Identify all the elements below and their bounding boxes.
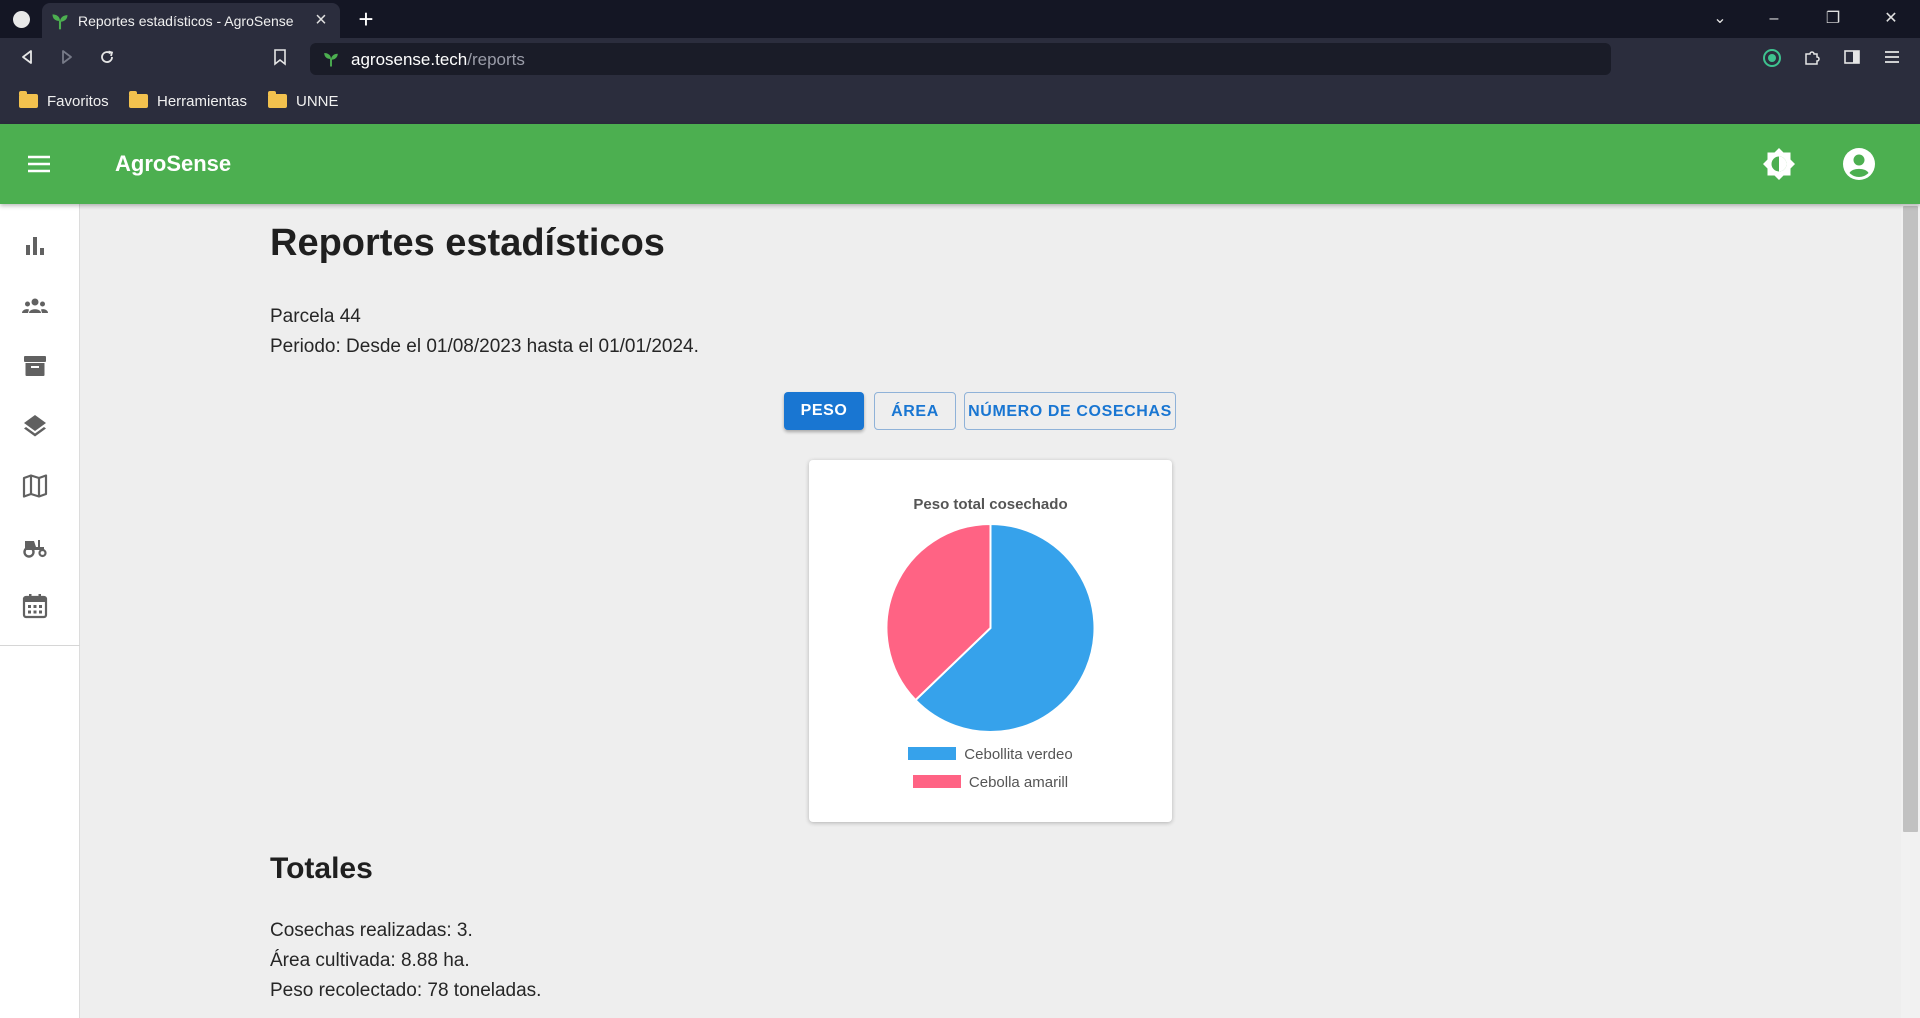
legend-swatch [912,775,961,788]
total-peso: Peso recolectado: 78 toneladas. [270,980,542,1001]
calendar-icon[interactable] [20,591,50,621]
bookmarks-bar: Favoritos Herramientas UNNE [0,80,1920,124]
scrollbar-thumb[interactable] [1903,206,1918,832]
folder-icon [129,91,148,108]
extension-record-icon[interactable] [1761,48,1783,70]
new-tab-icon[interactable]: + [352,4,380,34]
legend-label: Cebollita verdeo [964,746,1073,763]
account-circle-icon[interactable] [1841,146,1877,182]
tractor-icon[interactable] [20,531,50,561]
sidebar-toggle-icon[interactable] [1841,48,1863,70]
bookmark-label: Favoritos [47,93,109,110]
legend-label: Cebolla amarill [968,774,1069,791]
profile-icon[interactable] [13,11,30,28]
back-icon[interactable] [15,48,39,70]
tab-peso-button[interactable]: PESO [784,392,864,430]
app-bar: AgroSense [0,124,1920,204]
legend-swatch [908,747,957,760]
bookmark-icon[interactable] [268,48,292,70]
legend-item[interactable]: Cebolla amarill [809,774,1172,792]
browser-tab[interactable]: Reportes estadísticos - AgroSense × [42,3,340,38]
bar-chart-icon[interactable] [20,231,50,261]
sidebar-divider [0,645,80,646]
map-icon[interactable] [20,471,50,501]
close-tab-icon[interactable]: × [310,9,332,31]
tab-search-chevron-icon[interactable]: ⌄ [1708,8,1732,30]
layers-icon[interactable] [20,411,50,441]
browser-tab-strip: Reportes estadísticos - AgroSense × + ⌄ … [0,0,1920,38]
restore-icon[interactable]: ❐ [1821,8,1845,30]
close-window-icon[interactable]: ✕ [1879,8,1903,30]
url-text: agrosense.tech/reports [351,50,525,70]
hamburger-menu-icon[interactable] [26,151,52,177]
total-cosechas: Cosechas realizadas: 3. [270,920,473,941]
navigation-sidebar [0,204,80,1018]
url-field[interactable]: agrosense.tech/reports [310,43,1611,75]
reload-icon[interactable] [95,48,119,70]
folder-icon [19,91,38,108]
url-host: agrosense.tech [351,50,468,69]
total-area: Área cultivada: 8.88 ha. [270,950,470,971]
address-bar-row: agrosense.tech/reports [0,38,1920,80]
tab-area-button[interactable]: ÁREA [874,392,956,430]
sprout-icon [324,53,338,67]
totals-title: Totales [270,852,373,885]
page-scrollbar[interactable] [1901,204,1920,1018]
archive-icon[interactable] [20,351,50,381]
main-content: Reportes estadísticos Parcela 44 Periodo… [80,204,1901,1018]
tab-title: Reportes estadísticos - AgroSense [78,13,294,29]
page-title: Reportes estadísticos [270,222,665,264]
brightness-toggle-icon[interactable] [1761,146,1797,182]
url-path: /reports [467,50,525,69]
pie-chart [885,522,1096,733]
legend-item[interactable]: Cebollita verdeo [809,746,1172,764]
bookmark-folder-herramientas[interactable]: Herramientas [129,91,248,112]
sprout-icon [52,14,68,30]
app-title[interactable]: AgroSense [115,151,231,177]
chart-card: Peso total cosechado Cebollita verdeo Ce… [809,460,1172,822]
folder-icon [268,91,287,108]
groups-icon[interactable] [20,291,50,321]
extensions-puzzle-icon[interactable] [1801,48,1823,70]
tab-numero-cosechas-button[interactable]: NÚMERO DE COSECHAS [964,392,1176,430]
bookmark-label: UNNE [296,93,339,110]
bookmark-folder-favoritos[interactable]: Favoritos [19,91,109,112]
forward-icon[interactable] [55,48,79,70]
bookmark-label: Herramientas [157,93,248,110]
browser-menu-icon[interactable] [1881,48,1903,70]
parcel-label: Parcela 44 [270,306,361,327]
period-label: Periodo: Desde el 01/08/2023 hasta el 01… [270,336,699,357]
minimize-icon[interactable]: – [1762,8,1786,30]
bookmark-folder-unne[interactable]: UNNE [268,91,339,112]
